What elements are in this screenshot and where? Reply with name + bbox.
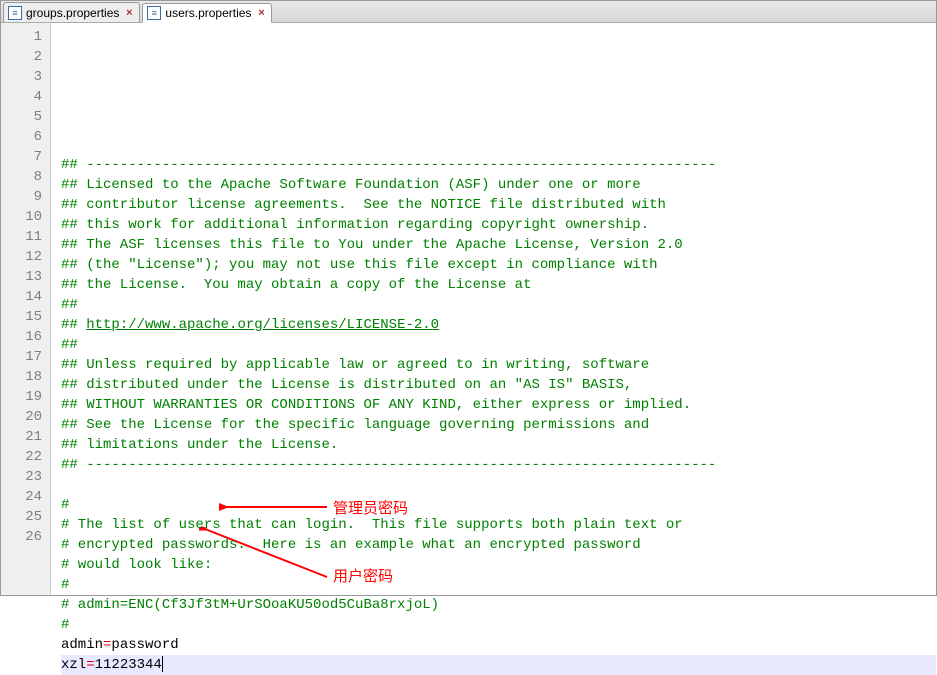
line-number: 1	[1, 27, 50, 47]
comment-prefix: ##	[61, 317, 86, 333]
equals-sign: =	[86, 657, 94, 673]
close-icon[interactable]: ×	[123, 7, 135, 19]
comment-text: ## distributed under the License is dist…	[61, 377, 632, 393]
line-number: 7	[1, 147, 50, 167]
close-icon[interactable]: ×	[255, 7, 267, 19]
code-line[interactable]: ## this work for additional information …	[61, 215, 936, 235]
line-number: 5	[1, 107, 50, 127]
line-number: 26	[1, 527, 50, 547]
code-line[interactable]: #	[61, 495, 936, 515]
line-number: 23	[1, 467, 50, 487]
code-area[interactable]: 管理员密码 用户密码 ## --------------------------…	[51, 23, 936, 595]
line-number: 4	[1, 87, 50, 107]
comment-text: # would look like:	[61, 557, 212, 573]
code-line[interactable]: ## -------------------------------------…	[61, 455, 936, 475]
code-line[interactable]: ## -------------------------------------…	[61, 155, 936, 175]
equals-sign: =	[103, 637, 111, 653]
line-number: 2	[1, 47, 50, 67]
code-line[interactable]: admin=password	[61, 635, 936, 655]
line-number: 25	[1, 507, 50, 527]
editor: 1234567891011121314151617181920212223242…	[1, 23, 936, 595]
code-line[interactable]: ## Unless required by applicable law or …	[61, 355, 936, 375]
code-line[interactable]: ## (the "License"); you may not use this…	[61, 255, 936, 275]
line-number: 6	[1, 127, 50, 147]
comment-text: ## WITHOUT WARRANTIES OR CONDITIONS OF A…	[61, 397, 691, 413]
comment-text: ## (the "License"); you may not use this…	[61, 257, 658, 273]
file-icon: ≡	[8, 6, 22, 20]
property-value: password	[111, 637, 178, 653]
line-number: 8	[1, 167, 50, 187]
line-number: 21	[1, 427, 50, 447]
code-line[interactable]: ## See the License for the specific lang…	[61, 415, 936, 435]
code-line[interactable]: ##	[61, 335, 936, 355]
comment-text: # The list of users that can login. This…	[61, 517, 683, 533]
property-key: xzl	[61, 657, 86, 673]
comment-text: ##	[61, 337, 78, 353]
code-line[interactable]: # would look like:	[61, 555, 936, 575]
line-number: 17	[1, 347, 50, 367]
license-url[interactable]: http://www.apache.org/licenses/LICENSE-2…	[86, 317, 439, 333]
comment-text: # encrypted passwords. Here is an exampl…	[61, 537, 641, 553]
comment-text: #	[61, 497, 69, 513]
comment-text: ## this work for additional information …	[61, 217, 649, 233]
code-line[interactable]: ##	[61, 295, 936, 315]
tab-groups-properties[interactable]: ≡ groups.properties ×	[3, 2, 140, 22]
line-number: 9	[1, 187, 50, 207]
line-number: 22	[1, 447, 50, 467]
text-cursor	[162, 656, 163, 672]
line-number: 3	[1, 67, 50, 87]
line-number: 24	[1, 487, 50, 507]
property-key: admin	[61, 637, 103, 653]
code-line[interactable]: ## distributed under the License is dist…	[61, 375, 936, 395]
comment-text: #	[61, 577, 69, 593]
property-value: 11223344	[95, 657, 162, 673]
tab-users-properties[interactable]: ≡ users.properties ×	[142, 3, 272, 23]
comment-text: ##	[61, 297, 78, 313]
line-number: 16	[1, 327, 50, 347]
code-line[interactable]: ## http://www.apache.org/licenses/LICENS…	[61, 315, 936, 335]
line-number: 18	[1, 367, 50, 387]
code-line[interactable]: ## limitations under the License.	[61, 435, 936, 455]
comment-text: # admin=ENC(Cf3Jf3tM+UrSOoaKU50od5CuBa8r…	[61, 597, 439, 613]
code-line[interactable]: # encrypted passwords. Here is an exampl…	[61, 535, 936, 555]
code-line[interactable]	[61, 475, 936, 495]
comment-text: #	[61, 617, 69, 633]
line-number: 15	[1, 307, 50, 327]
tab-label: users.properties	[165, 6, 251, 20]
code-line[interactable]: ## WITHOUT WARRANTIES OR CONDITIONS OF A…	[61, 395, 936, 415]
line-number: 10	[1, 207, 50, 227]
comment-text: ## -------------------------------------…	[61, 457, 716, 473]
comment-text: ## -------------------------------------…	[61, 157, 716, 173]
file-icon: ≡	[147, 6, 161, 20]
comment-text: ## Licensed to the Apache Software Found…	[61, 177, 641, 193]
code-line[interactable]: #	[61, 615, 936, 635]
code-line[interactable]: # admin=ENC(Cf3Jf3tM+UrSOoaKU50od5CuBa8r…	[61, 595, 936, 615]
code-line[interactable]: ## the License. You may obtain a copy of…	[61, 275, 936, 295]
line-number-gutter: 1234567891011121314151617181920212223242…	[1, 23, 51, 595]
code-line[interactable]: ## Licensed to the Apache Software Found…	[61, 175, 936, 195]
code-line[interactable]: #	[61, 575, 936, 595]
comment-text: ## Unless required by applicable law or …	[61, 357, 649, 373]
line-number: 14	[1, 287, 50, 307]
comment-text: ## the License. You may obtain a copy of…	[61, 277, 531, 293]
line-number: 19	[1, 387, 50, 407]
line-number: 12	[1, 247, 50, 267]
tab-bar: ≡ groups.properties × ≡ users.properties…	[1, 1, 936, 23]
line-number: 13	[1, 267, 50, 287]
code-line[interactable]: # The list of users that can login. This…	[61, 515, 936, 535]
tab-label: groups.properties	[26, 6, 119, 20]
line-number: 20	[1, 407, 50, 427]
comment-text: ## See the License for the specific lang…	[61, 417, 649, 433]
comment-text: ## The ASF licenses this file to You und…	[61, 237, 683, 253]
line-number: 11	[1, 227, 50, 247]
comment-text: ## contributor license agreements. See t…	[61, 197, 666, 213]
comment-text: ## limitations under the License.	[61, 437, 338, 453]
code-line[interactable]: ## contributor license agreements. See t…	[61, 195, 936, 215]
code-line[interactable]: ## The ASF licenses this file to You und…	[61, 235, 936, 255]
code-line[interactable]: xzl=11223344	[61, 655, 936, 675]
